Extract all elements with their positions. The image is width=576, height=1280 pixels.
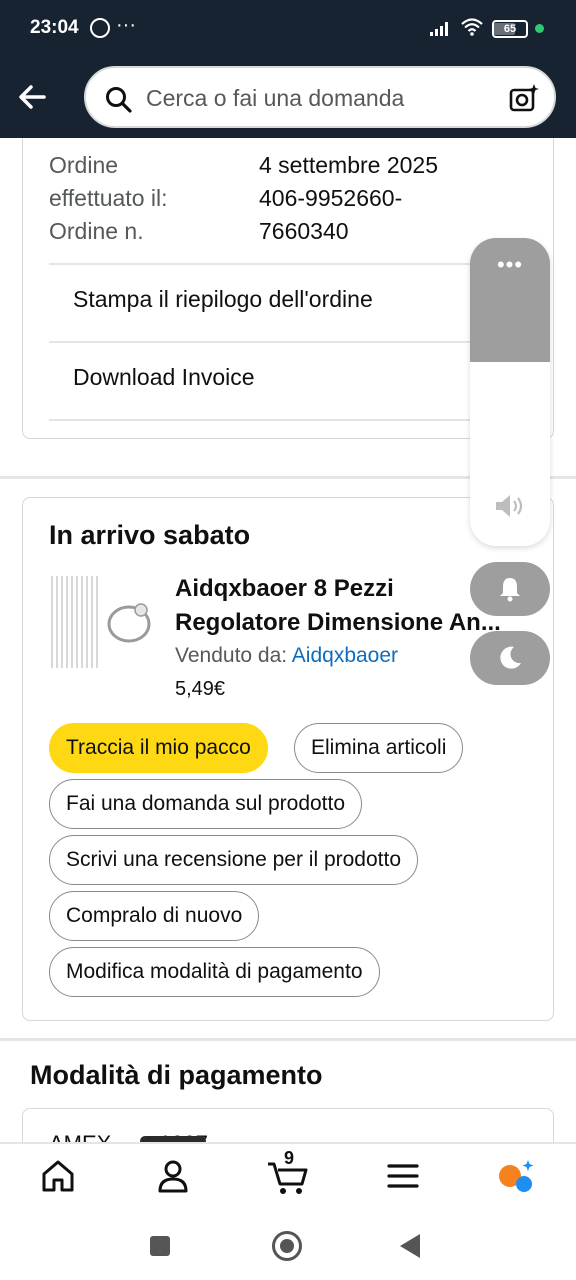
wifi-icon <box>461 18 483 36</box>
delete-items-button[interactable]: Elimina articoli <box>294 723 464 773</box>
status-more: ··· <box>116 14 136 36</box>
status-dot <box>535 24 544 33</box>
order-date-value: 4 settembre 2025 <box>259 152 439 178</box>
print-summary-link[interactable]: Stampa il riepilogo dell'ordine <box>73 286 373 313</box>
ring-mode-button[interactable] <box>470 562 550 616</box>
sold-by: Venduto da: Aidqxbaoer <box>175 644 398 668</box>
ask-product-question-button[interactable]: Fai una domanda sul prodotto <box>49 779 363 829</box>
home-button[interactable] <box>272 1231 302 1261</box>
system-navigation-bar <box>0 1208 576 1280</box>
product-price: 5,49€ <box>175 678 226 700</box>
status-bar: 23:04 ··· 65 <box>0 0 576 58</box>
whatsapp-icon <box>90 18 110 38</box>
download-invoice-link[interactable]: Download Invoice <box>73 364 255 391</box>
battery-icon: 65 <box>492 20 528 38</box>
divider <box>49 263 529 265</box>
order-date-label-2: effettuato il: <box>49 185 168 211</box>
cart-count-badge: 9 <box>284 1148 295 1168</box>
track-package-button[interactable]: Traccia il mio pacco <box>49 723 268 773</box>
order-number-label: Ordine n. <box>49 218 144 244</box>
write-review-button[interactable]: Scrivi una recensione per il prodotto <box>49 835 419 885</box>
rufus-assistant-icon[interactable] <box>496 1156 536 1196</box>
sold-by-label: Venduto da: <box>175 644 288 667</box>
floating-volume-panel[interactable]: ••• <box>470 238 550 546</box>
bell-icon <box>500 578 520 602</box>
back-arrow-icon[interactable] <box>14 78 52 116</box>
payment-method-title: Modalità di pagamento <box>30 1060 323 1090</box>
order-number-value: 406-9952660- <box>259 185 403 211</box>
order-date-label: Ordine <box>49 152 119 178</box>
section-separator <box>0 1038 576 1041</box>
buy-again-button[interactable]: Compralo di nuovo <box>49 891 260 941</box>
search-placeholder[interactable]: Cerca o fai una domanda <box>146 85 404 112</box>
home-icon[interactable] <box>38 1156 78 1196</box>
order-number-value-2: 7660340 <box>259 218 349 244</box>
divider <box>49 341 529 343</box>
payment-method-card[interactable]: AMEX · ··· 1007 <box>22 1108 554 1142</box>
status-time: 23:04 <box>30 17 79 38</box>
do-not-disturb-button[interactable] <box>470 631 550 685</box>
camera-search-icon[interactable] <box>508 82 540 114</box>
moon-icon <box>500 646 521 669</box>
account-icon[interactable] <box>153 1156 193 1196</box>
volume-icon[interactable] <box>494 492 526 520</box>
bottom-navigation: 9 <box>0 1142 576 1208</box>
recent-apps-button[interactable] <box>150 1236 170 1256</box>
signal-icon <box>430 22 448 36</box>
back-button[interactable] <box>400 1234 420 1258</box>
change-payment-button[interactable]: Modifica modalità di pagamento <box>49 947 380 997</box>
menu-icon[interactable] <box>383 1156 423 1196</box>
delivery-title: In arrivo sabato <box>49 520 251 550</box>
more-options-icon[interactable]: ••• <box>470 252 550 278</box>
search-icon <box>106 87 132 113</box>
seller-link[interactable]: Aidqxbaoer <box>292 644 398 667</box>
top-header: Cerca o fai una domanda <box>0 58 576 138</box>
divider <box>49 419 529 421</box>
search-bar[interactable]: Cerca o fai una domanda <box>84 66 556 128</box>
product-image[interactable] <box>49 574 161 670</box>
